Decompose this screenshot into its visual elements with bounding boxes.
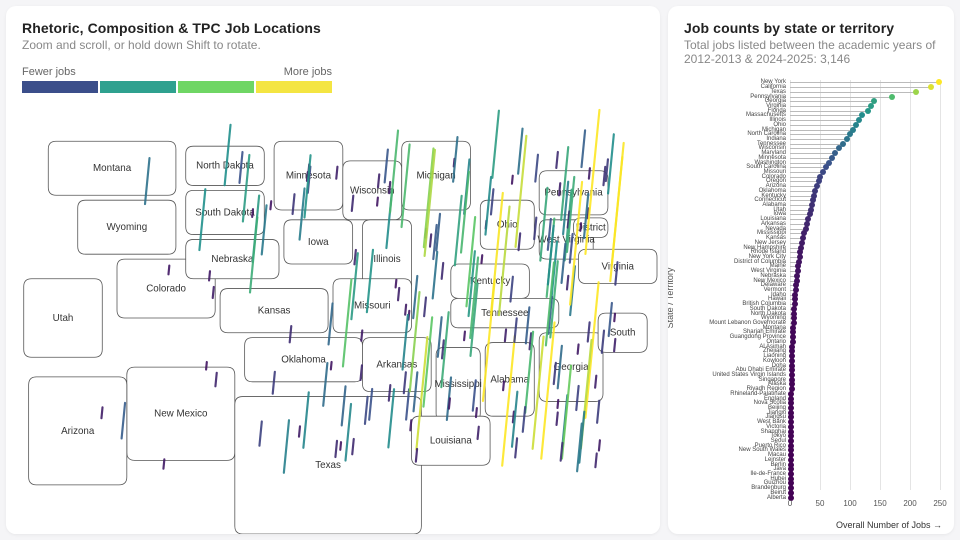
state-shape[interactable] xyxy=(24,279,103,358)
counts-panel: Job counts by state or territory Total j… xyxy=(668,6,954,534)
job-spike xyxy=(252,209,253,217)
job-spike xyxy=(168,266,169,275)
job-spike xyxy=(599,440,600,450)
job-spike xyxy=(481,255,482,263)
job-spike xyxy=(352,439,353,454)
x-tick: 200 xyxy=(903,499,916,508)
job-spike xyxy=(410,420,411,430)
job-spike xyxy=(464,332,465,341)
x-tick: 250 xyxy=(933,499,946,508)
job-spike xyxy=(595,453,596,467)
state-shape[interactable] xyxy=(333,279,412,333)
state-shape[interactable] xyxy=(127,367,235,460)
legend-high: More jobs xyxy=(284,66,332,78)
map-panel: Rhetoric, Composition & TPC Job Location… xyxy=(6,6,660,534)
state-shape[interactable] xyxy=(220,289,328,333)
job-spike xyxy=(597,401,599,423)
y-axis-label: State / Territory xyxy=(668,268,675,329)
state-shape[interactable] xyxy=(362,338,431,392)
job-spike xyxy=(361,365,362,380)
job-spike xyxy=(354,250,355,264)
job-spike xyxy=(163,459,164,468)
job-spike xyxy=(589,168,590,178)
job-spike xyxy=(361,330,362,340)
counts-subtitle: Total jobs listed between the academic y… xyxy=(684,38,938,66)
x-axis-label: Overall Number of Jobs → xyxy=(836,520,942,530)
job-spike xyxy=(398,288,399,300)
job-spike xyxy=(556,152,558,168)
map-legend: Fewer jobs More jobs xyxy=(22,66,332,93)
job-spike xyxy=(535,155,538,182)
job-spike xyxy=(270,201,271,209)
job-spike xyxy=(209,271,210,280)
job-spike xyxy=(336,167,337,179)
state-shape[interactable] xyxy=(48,141,176,195)
job-spike xyxy=(559,183,560,195)
map-title: Rhetoric, Composition & TPC Job Location… xyxy=(22,20,644,36)
state-shape[interactable] xyxy=(29,377,127,485)
state-shape[interactable] xyxy=(284,220,353,264)
job-spike xyxy=(396,280,397,288)
job-spike xyxy=(389,385,391,401)
job-spike xyxy=(378,174,379,187)
job-spike xyxy=(430,234,431,246)
state-shape[interactable] xyxy=(598,313,647,352)
job-spike xyxy=(299,426,300,436)
job-spike xyxy=(557,412,558,424)
job-spike xyxy=(416,449,417,462)
job-spike xyxy=(331,362,332,369)
job-spike xyxy=(580,223,581,231)
counts-chart[interactable]: State / Territory New YorkCaliforniaTexa… xyxy=(668,74,954,512)
state-shape[interactable] xyxy=(451,264,530,298)
state-shape[interactable] xyxy=(412,416,491,465)
job-spike xyxy=(442,263,444,279)
job-spike xyxy=(377,198,378,206)
job-spike xyxy=(101,407,102,418)
legend-low: Fewer jobs xyxy=(22,66,76,78)
state-shape[interactable] xyxy=(402,141,471,210)
state-shape[interactable] xyxy=(235,397,422,534)
job-spike xyxy=(405,305,406,315)
job-spike xyxy=(512,176,513,184)
x-tick: 50 xyxy=(816,499,825,508)
x-tick: 0 xyxy=(788,499,792,508)
map-subtitle: Zoom and scroll, or hold down Shift to r… xyxy=(22,38,644,52)
job-spike xyxy=(578,344,579,353)
job-spike xyxy=(557,400,558,408)
job-spike xyxy=(608,134,614,193)
x-tick: 150 xyxy=(873,499,886,508)
legend-color-bar xyxy=(22,81,332,93)
job-spike xyxy=(614,339,615,351)
job-spike xyxy=(389,182,390,193)
job-spike xyxy=(215,373,216,387)
state-shape[interactable] xyxy=(78,200,176,254)
job-spike xyxy=(503,381,504,390)
job-spike xyxy=(595,376,596,388)
job-spike xyxy=(352,196,353,211)
job-spike xyxy=(449,398,450,408)
job-spike xyxy=(567,276,568,290)
job-spike xyxy=(213,287,214,298)
x-tick: 100 xyxy=(843,499,856,508)
job-spike xyxy=(340,442,341,450)
row-label: Alberta xyxy=(767,495,786,501)
job-spike xyxy=(515,438,517,457)
job-spike xyxy=(492,111,499,178)
job-spike xyxy=(582,130,586,167)
job-spike xyxy=(518,129,522,174)
job-spike xyxy=(505,329,506,341)
job-spike xyxy=(206,362,207,369)
map-canvas[interactable]: MontanaNorth DakotaMinnesotaWisconsinMic… xyxy=(6,102,660,534)
job-spike xyxy=(612,143,624,264)
counts-title: Job counts by state or territory xyxy=(684,20,938,36)
job-spike xyxy=(614,314,615,321)
job-spike xyxy=(478,427,479,439)
job-spike xyxy=(424,297,426,316)
job-spike xyxy=(476,408,477,417)
